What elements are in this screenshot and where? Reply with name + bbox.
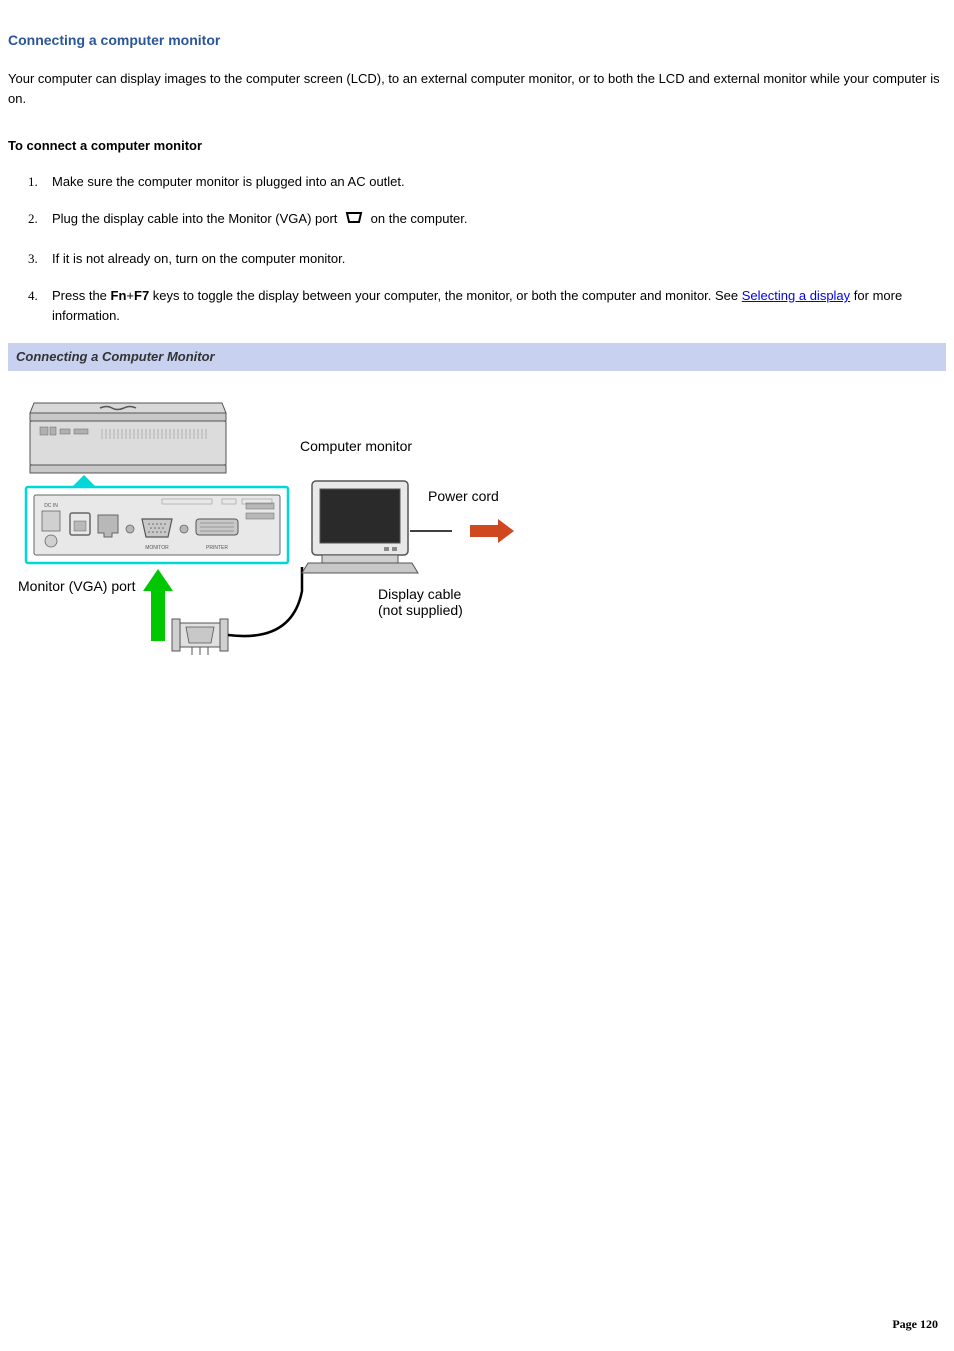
laptop-icon bbox=[30, 403, 226, 473]
page-heading: Connecting a computer monitor bbox=[8, 30, 946, 51]
section-subheading: To connect a computer monitor bbox=[8, 136, 946, 156]
step-2: Plug the display cable into the Monitor … bbox=[28, 209, 946, 231]
arrow-up-icon bbox=[143, 569, 173, 641]
step-3-text: If it is not already on, turn on the com… bbox=[52, 251, 345, 266]
figure-title: Connecting a Computer Monitor bbox=[8, 343, 946, 371]
step-1-text: Make sure the computer monitor is plugge… bbox=[52, 174, 405, 189]
monitor-label: Computer monitor bbox=[300, 438, 412, 454]
vga-port-label: Monitor (VGA) port bbox=[18, 578, 136, 594]
fn-key: Fn bbox=[111, 288, 127, 303]
back-panel-detail: DC IN MONITOR P bbox=[34, 495, 280, 555]
svg-text:PRINTER: PRINTER bbox=[206, 545, 228, 551]
svg-text:DC IN: DC IN bbox=[44, 503, 58, 509]
selecting-display-link[interactable]: Selecting a display bbox=[742, 288, 850, 303]
steps-list: Make sure the computer monitor is plugge… bbox=[28, 172, 946, 326]
step-4-text-a: Press the bbox=[52, 288, 111, 303]
step-2-text-b: on the computer. bbox=[371, 211, 468, 226]
step-4-text-b: keys to toggle the display between your … bbox=[149, 288, 742, 303]
step-3: If it is not already on, turn on the com… bbox=[28, 249, 946, 269]
f7-key: F7 bbox=[134, 288, 149, 303]
svg-text:MONITOR: MONITOR bbox=[145, 545, 169, 551]
monitor-icon: Computer monitor bbox=[300, 438, 418, 573]
connection-diagram: DC IN MONITOR P bbox=[12, 391, 946, 697]
power-cord-label: Power cord bbox=[428, 488, 499, 504]
step-4: Press the Fn+F7 keys to toggle the displ… bbox=[28, 286, 946, 325]
display-cable-label-1: Display cable bbox=[378, 586, 461, 602]
display-cable-label-2: (not supplied) bbox=[378, 602, 463, 618]
step-1: Make sure the computer monitor is plugge… bbox=[28, 172, 946, 192]
arrow-right-icon bbox=[470, 519, 514, 543]
plus-sign: + bbox=[126, 288, 134, 303]
intro-paragraph: Your computer can display images to the … bbox=[8, 69, 946, 108]
vga-port-icon bbox=[343, 209, 365, 231]
step-2-text-a: Plug the display cable into the Monitor … bbox=[52, 211, 341, 226]
page-number: Page 120 bbox=[892, 1315, 938, 1333]
vga-plug-icon bbox=[172, 619, 228, 655]
